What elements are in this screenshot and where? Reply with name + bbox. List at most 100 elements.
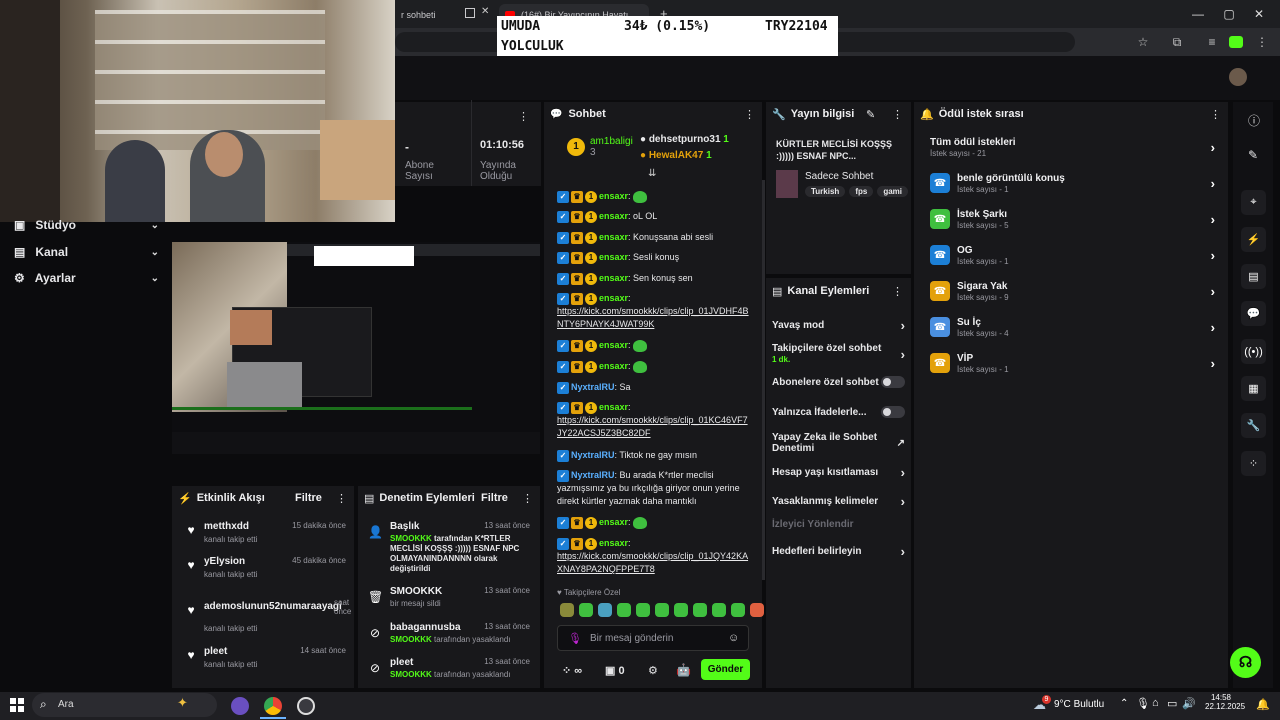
chat-bubble-icon[interactable]: 💬 bbox=[1241, 301, 1266, 326]
stats-menu-icon[interactable]: ⋮ bbox=[518, 110, 529, 123]
volume-icon[interactable]: 🔊 bbox=[1182, 697, 1196, 710]
channel-action-item[interactable]: Yalnızca İfadelerle... bbox=[772, 406, 905, 418]
stream-tag[interactable]: Turkish bbox=[805, 186, 846, 197]
tab-close-icon[interactable]: ✕ bbox=[481, 6, 489, 17]
edit-icon[interactable]: ✎ bbox=[866, 108, 875, 121]
reward-item[interactable]: ☎ OG İstek sayısı - 1 › bbox=[930, 241, 1215, 269]
top-gifter-3[interactable]: ● HewalAK47 1 bbox=[640, 150, 712, 161]
info-icon[interactable]: ⓘ bbox=[1248, 112, 1260, 129]
channel-action-item[interactable]: Hesap yaşı kısıtlaması › bbox=[772, 465, 905, 480]
chevron-right-icon[interactable]: › bbox=[901, 465, 905, 480]
target-icon[interactable]: ⌖ bbox=[1241, 190, 1266, 215]
emote-icon[interactable] bbox=[617, 603, 631, 617]
emote-icon[interactable] bbox=[598, 603, 612, 617]
chat-input[interactable]: 🎙 Bir mesaj gönderin ☺ bbox=[557, 625, 749, 651]
emote-icon[interactable] bbox=[560, 603, 574, 617]
network-icon[interactable]: ▭ bbox=[1167, 697, 1177, 710]
channel-action-item[interactable]: Yapay Zeka ile Sohbet Denetimi ↗ bbox=[772, 432, 905, 454]
reward-item[interactable]: ☎ Sigara Yak İstek sayısı - 9 › bbox=[930, 277, 1215, 305]
moderation-item[interactable]: 🗑 SMOOKKK bir mesajı sildi 13 saat önce bbox=[368, 586, 530, 609]
chat-message-text[interactable]: https://kick.com/smookkk/clips/clip_01KC… bbox=[557, 414, 749, 440]
profile-icon[interactable] bbox=[1229, 36, 1243, 48]
microphone-tray-icon[interactable]: 🎙 bbox=[1136, 697, 1150, 710]
chat-username[interactable]: ensaxr bbox=[599, 402, 628, 412]
emote-icon[interactable] bbox=[655, 603, 669, 617]
top-gifter-2[interactable]: ● dehsetpurno31 1 bbox=[640, 134, 729, 145]
chat-scrollbar[interactable] bbox=[762, 180, 765, 580]
external-link-icon[interactable]: ↗ bbox=[897, 438, 905, 449]
emote-icon[interactable] bbox=[693, 603, 707, 617]
user-avatar[interactable] bbox=[1229, 68, 1247, 86]
tools-icon[interactable]: 🔧 bbox=[1241, 413, 1266, 438]
reward-item[interactable]: ☎ İstek Şarkı İstek sayısı - 5 › bbox=[930, 205, 1215, 233]
bot-icon[interactable]: 🤖 bbox=[676, 663, 691, 677]
stream-tag[interactable]: fps bbox=[849, 186, 874, 197]
device-tray-icon[interactable]: ⌂ bbox=[1152, 697, 1159, 709]
chat-settings-icon[interactable]: ⚙ bbox=[648, 664, 658, 677]
lightning-icon[interactable]: ⚡ bbox=[1241, 227, 1266, 252]
chat-menu-icon[interactable]: ⋮ bbox=[744, 108, 755, 121]
chat-username[interactable]: ensaxr bbox=[599, 361, 628, 371]
notification-bell-icon[interactable]: 🔔 bbox=[1256, 698, 1270, 711]
activity-item[interactable]: ♥ yElysion kanalı takip etti 45 dakika önce bbox=[184, 556, 346, 586]
reward-item[interactable]: ☎ VİP İstek sayısı - 1 › bbox=[930, 349, 1215, 377]
chat-username[interactable]: ensaxr bbox=[599, 252, 628, 262]
chevron-right-icon[interactable]: › bbox=[901, 544, 905, 559]
channel-action-item[interactable]: Takipçilere özel sohbet 1 dk. › bbox=[772, 343, 905, 365]
minimize-button[interactable]: — bbox=[1190, 6, 1206, 22]
reward-item[interactable]: ☎ Su İç İstek sayısı - 4 › bbox=[930, 313, 1215, 341]
nav-item-settings[interactable]: ⚙ Ayarlar ⌄ bbox=[14, 268, 159, 288]
chrome-icon[interactable] bbox=[264, 697, 282, 715]
chat-message-text[interactable]: https://kick.com/smookkk/clips/clip_01JQ… bbox=[557, 550, 749, 576]
chat-username[interactable]: NyxtralRU bbox=[571, 470, 615, 480]
moderation-item[interactable]: 👤 Başlık SMOOKKK tarafından K*RTLER MECLİS… bbox=[368, 521, 530, 574]
emote-icon[interactable] bbox=[712, 603, 726, 617]
nav-item-studio[interactable]: ▣ Stüdyo ⌄ bbox=[14, 215, 159, 235]
windows-start-icon[interactable] bbox=[10, 698, 24, 712]
stream-info-menu-icon[interactable]: ⋮ bbox=[892, 108, 903, 121]
pencil-icon[interactable]: ✎ bbox=[1248, 148, 1258, 162]
chat-username[interactable]: NyxtralRU bbox=[571, 450, 615, 460]
toggle-switch[interactable] bbox=[881, 376, 905, 388]
collapse-icon[interactable]: ⇊ bbox=[648, 168, 656, 179]
taskbar-search[interactable]: ⌕ Ara ✦ bbox=[32, 693, 217, 717]
chat-username[interactable]: ensaxr bbox=[599, 273, 628, 283]
channel-points[interactable]: ⁘ ∞ bbox=[562, 664, 582, 677]
activity-item[interactable]: ♥ metthxdd kanalı takip etti 15 dakika önce bbox=[184, 521, 346, 551]
chat-username[interactable]: NyxtralRU bbox=[571, 382, 615, 392]
chat-username[interactable]: ensaxr bbox=[599, 232, 628, 242]
chevron-right-icon[interactable]: › bbox=[901, 347, 905, 362]
chevron-right-icon[interactable]: › bbox=[901, 318, 905, 333]
chat-username[interactable]: ensaxr bbox=[599, 517, 628, 527]
extensions-icon[interactable]: ⧉ bbox=[1169, 34, 1185, 50]
activity-menu-icon[interactable]: ⋮ bbox=[336, 492, 347, 505]
chat-username[interactable]: ensaxr bbox=[599, 538, 628, 548]
activity-filter-button[interactable]: Filtre bbox=[295, 492, 322, 504]
clock[interactable]: 14:58 22.12.2025 bbox=[1205, 693, 1245, 711]
microphone-icon[interactable]: 🎙 bbox=[568, 632, 582, 645]
taskbar-app-1[interactable] bbox=[231, 697, 249, 715]
menu-kebab-icon[interactable]: ⋮ bbox=[1254, 34, 1270, 50]
chat-username[interactable]: ensaxr bbox=[599, 340, 628, 350]
chevron-right-icon[interactable]: › bbox=[901, 494, 905, 509]
send-button[interactable]: Gönder bbox=[701, 659, 750, 680]
close-window-button[interactable]: ✕ bbox=[1251, 6, 1267, 22]
media-icon[interactable]: ≡ bbox=[1204, 34, 1220, 50]
channel-action-item[interactable]: Yasaklanmış kelimeler › bbox=[772, 494, 905, 509]
activity-item[interactable]: ♥ ademoslunun52numaraayagi kanalı takip et… bbox=[184, 598, 351, 633]
maximize-button[interactable]: ▢ bbox=[1221, 6, 1237, 22]
stream-category[interactable]: Sadece Sohbet bbox=[805, 171, 873, 182]
nodes-icon[interactable]: ⁘ bbox=[1241, 451, 1266, 476]
reward-item[interactable]: ☎ benle görüntülü konuş İstek sayısı - 1 › bbox=[930, 169, 1215, 197]
top-gifter-1[interactable]: am1baligi 3 bbox=[590, 136, 633, 158]
weather-widget[interactable]: 9°C Bulutlu bbox=[1054, 699, 1104, 710]
emote-icon[interactable] bbox=[674, 603, 688, 617]
gift-counter[interactable]: ▣ 0 bbox=[605, 664, 625, 677]
clipboard-icon[interactable]: ▤ bbox=[1241, 264, 1266, 289]
support-headset-icon[interactable]: ☊ bbox=[1230, 647, 1261, 678]
chat-username[interactable]: ensaxr bbox=[599, 191, 628, 201]
emote-icon[interactable] bbox=[636, 603, 650, 617]
emote-icon[interactable] bbox=[731, 603, 745, 617]
activity-item[interactable]: ♥ pleet kanalı takip etti 14 saat önce bbox=[184, 646, 346, 676]
channel-actions-menu-icon[interactable]: ⋮ bbox=[892, 285, 903, 298]
